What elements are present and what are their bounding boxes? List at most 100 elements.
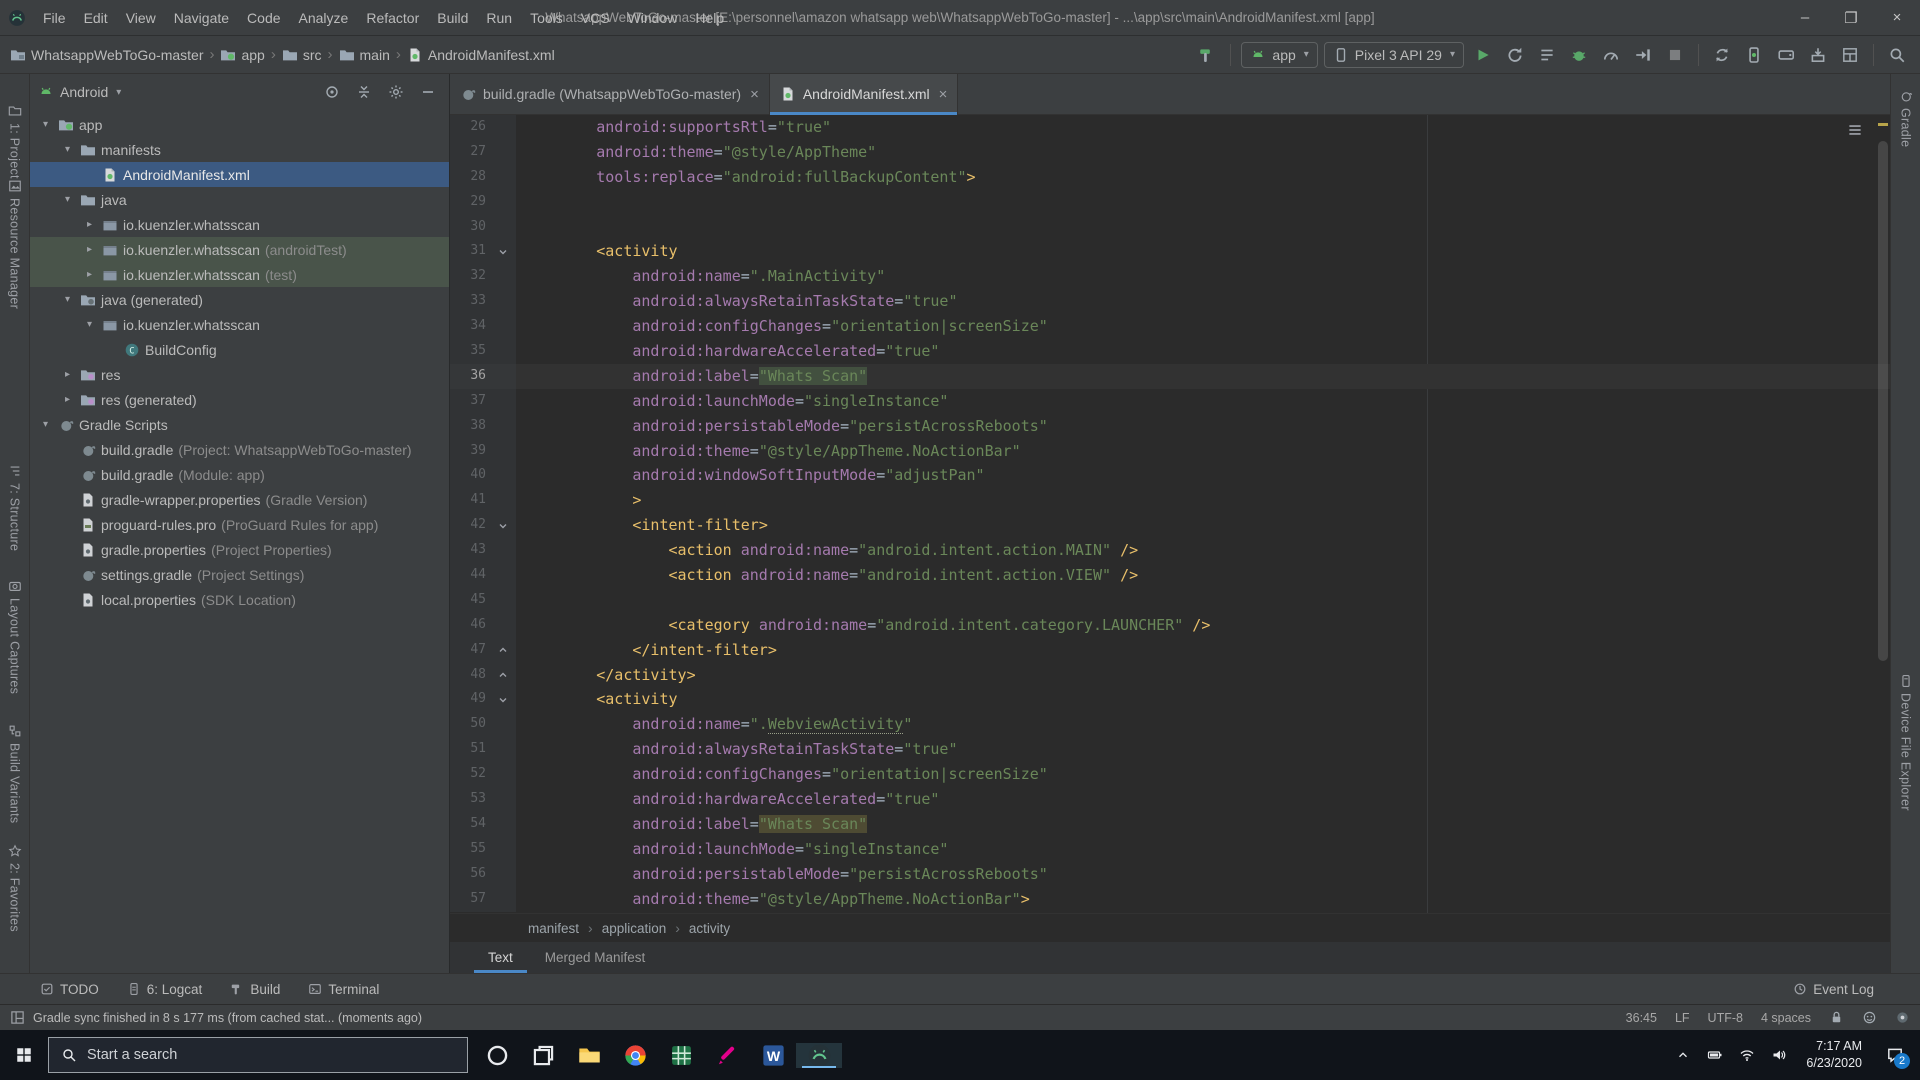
action-center-button[interactable]: 2: [1878, 1046, 1912, 1064]
menu-window[interactable]: Window: [619, 0, 687, 36]
toolwindow-button[interactable]: Build Variants: [0, 724, 29, 823]
expanded-arrow-icon[interactable]: ▾: [38, 119, 53, 130]
calendar-button[interactable]: [658, 1043, 704, 1068]
menu-refactor[interactable]: Refactor: [357, 0, 428, 36]
editor-tab[interactable]: build.gradle (WhatsappWebToGo-master)×: [450, 74, 770, 114]
apply-code-changes-button[interactable]: [1534, 42, 1560, 68]
code-line-52[interactable]: 52 android:configChanges="orientation|sc…: [450, 762, 1890, 787]
expanded-arrow-icon[interactable]: ▾: [38, 419, 53, 430]
warning-stripe-mark[interactable]: [1878, 123, 1888, 126]
collapsed-arrow-icon[interactable]: ▸: [82, 269, 97, 280]
expanded-arrow-icon[interactable]: ▾: [60, 144, 75, 155]
code-line-48[interactable]: 48 </activity>: [450, 663, 1890, 688]
breadcrumb-item[interactable]: AndroidManifest.xml: [407, 47, 555, 63]
expanded-arrow-icon[interactable]: ▾: [60, 294, 75, 305]
tree-item[interactable]: build.gradle (Module: app): [30, 462, 449, 487]
build-hammer-button[interactable]: [1194, 42, 1220, 68]
tree-item[interactable]: build.gradle (Project: WhatsappWebToGo-m…: [30, 437, 449, 462]
code-line-37[interactable]: 37 android:launchMode="singleInstance": [450, 389, 1890, 414]
toolwindow-button[interactable]: Device File Explorer: [1891, 674, 1920, 811]
editor-mode-tab[interactable]: Text: [474, 942, 527, 973]
start-button[interactable]: [0, 1030, 48, 1080]
fold-toggle-icon[interactable]: [497, 669, 509, 681]
readonly-lock-icon[interactable]: [1829, 1010, 1844, 1025]
pen-app-button[interactable]: [704, 1043, 750, 1068]
cortana-button[interactable]: [474, 1043, 520, 1068]
avd-manager-button[interactable]: [1773, 42, 1799, 68]
code-line-41[interactable]: 41 >: [450, 488, 1890, 513]
network-icon[interactable]: [1736, 1044, 1758, 1066]
word-button[interactable]: W: [750, 1043, 796, 1068]
android-studio-button[interactable]: [796, 1043, 842, 1068]
run-config-select[interactable]: app ▾: [1241, 42, 1317, 68]
collapsed-arrow-icon[interactable]: ▸: [60, 394, 75, 405]
code-line-47[interactable]: 47 </intent-filter>: [450, 638, 1890, 663]
tree-item[interactable]: ▾app: [30, 112, 449, 137]
task-view-button[interactable]: [520, 1043, 566, 1068]
code-line-53[interactable]: 53 android:hardwareAccelerated="true": [450, 787, 1890, 812]
search-everywhere-button[interactable]: [1884, 42, 1910, 68]
toolwindow-bar-item[interactable]: Terminal: [308, 982, 379, 997]
project-view-select[interactable]: Android: [60, 84, 108, 100]
tree-item[interactable]: ▾manifests: [30, 137, 449, 162]
fold-toggle-icon[interactable]: [497, 694, 509, 706]
menu-run[interactable]: Run: [477, 0, 521, 36]
device-select[interactable]: Pixel 3 API 29 ▾: [1324, 42, 1464, 68]
run-button[interactable]: [1470, 42, 1496, 68]
close-tab-icon[interactable]: ×: [750, 86, 759, 103]
layout-inspector-button[interactable]: [1837, 42, 1863, 68]
tree-item[interactable]: ▸io.kuenzler.whatsscan (test): [30, 262, 449, 287]
expanded-arrow-icon[interactable]: ▾: [82, 319, 97, 330]
status-message[interactable]: Gradle sync finished in 8 s 177 ms (from…: [33, 1011, 422, 1025]
tree-item[interactable]: ▸res (generated): [30, 387, 449, 412]
taskbar-search-box[interactable]: Start a search: [48, 1037, 468, 1073]
tree-item[interactable]: ▸res: [30, 362, 449, 387]
code-line-36[interactable]: 36 android:label="Whats Scan": [450, 364, 1890, 389]
menu-build[interactable]: Build: [428, 0, 477, 36]
fold-toggle-icon[interactable]: [497, 644, 509, 656]
collapse-all-button[interactable]: [351, 79, 377, 105]
profile-button[interactable]: [1598, 42, 1624, 68]
code-line-50[interactable]: 50 android:name=".WebviewActivity": [450, 712, 1890, 737]
tree-item[interactable]: proguard-rules.pro (ProGuard Rules for a…: [30, 512, 449, 537]
sync-gradle-button[interactable]: [1709, 42, 1735, 68]
collapsed-arrow-icon[interactable]: ▸: [82, 219, 97, 230]
toolwindow-bar-item[interactable]: 6: Logcat: [127, 982, 203, 997]
sdk-manager-button[interactable]: [1805, 42, 1831, 68]
code-line-44[interactable]: 44 <action android:name="android.intent.…: [450, 563, 1890, 588]
code-line-45[interactable]: 45: [450, 588, 1890, 613]
file-explorer-button[interactable]: [566, 1043, 612, 1068]
tree-item[interactable]: AndroidManifest.xml: [30, 162, 449, 187]
menu-vcs[interactable]: VCS: [572, 0, 619, 36]
chrome-button[interactable]: [612, 1043, 658, 1068]
code-line-42[interactable]: 42 <intent-filter>: [450, 513, 1890, 538]
toolwindow-button[interactable]: Resource Manager: [0, 179, 29, 309]
code-editor[interactable]: 26 android:supportsRtl="true"27 android:…: [450, 115, 1890, 913]
tree-item[interactable]: ▾io.kuenzler.whatsscan: [30, 312, 449, 337]
menu-view[interactable]: View: [117, 0, 165, 36]
inspections-widget-icon[interactable]: [1846, 121, 1864, 139]
panel-settings-button[interactable]: [383, 79, 409, 105]
toolwindow-bar-item[interactable]: TODO: [40, 982, 99, 997]
caret-position[interactable]: 36:45: [1626, 1011, 1657, 1025]
fold-toggle-icon[interactable]: [497, 246, 509, 258]
breadcrumb-item[interactable]: main: [339, 47, 390, 63]
tree-item[interactable]: ▾Gradle Scripts: [30, 412, 449, 437]
taskbar-clock[interactable]: 7:17 AM 6/23/2020: [1800, 1038, 1868, 1072]
menu-file[interactable]: File: [34, 0, 75, 36]
code-line-51[interactable]: 51 android:alwaysRetainTaskState="true": [450, 737, 1890, 762]
code-line-46[interactable]: 46 <category android:name="android.inten…: [450, 613, 1890, 638]
code-line-40[interactable]: 40 android:windowSoftInputMode="adjustPa…: [450, 463, 1890, 488]
tree-item[interactable]: settings.gradle (Project Settings): [30, 562, 449, 587]
breadcrumb-item[interactable]: app: [220, 47, 264, 63]
code-line-30[interactable]: 30: [450, 215, 1890, 240]
code-line-55[interactable]: 55 android:launchMode="singleInstance": [450, 837, 1890, 862]
close-tab-icon[interactable]: ×: [939, 86, 948, 103]
toolwindow-toggle-icon[interactable]: [10, 1010, 25, 1025]
code-line-56[interactable]: 56 android:persistableMode="persistAcros…: [450, 862, 1890, 887]
chevron-down-icon[interactable]: ▾: [116, 87, 121, 98]
code-line-32[interactable]: 32 android:name=".MainActivity": [450, 264, 1890, 289]
code-line-54[interactable]: 54 android:label="Whats Scan": [450, 812, 1890, 837]
hide-panel-button[interactable]: [415, 79, 441, 105]
close-button[interactable]: ×: [1874, 0, 1920, 35]
